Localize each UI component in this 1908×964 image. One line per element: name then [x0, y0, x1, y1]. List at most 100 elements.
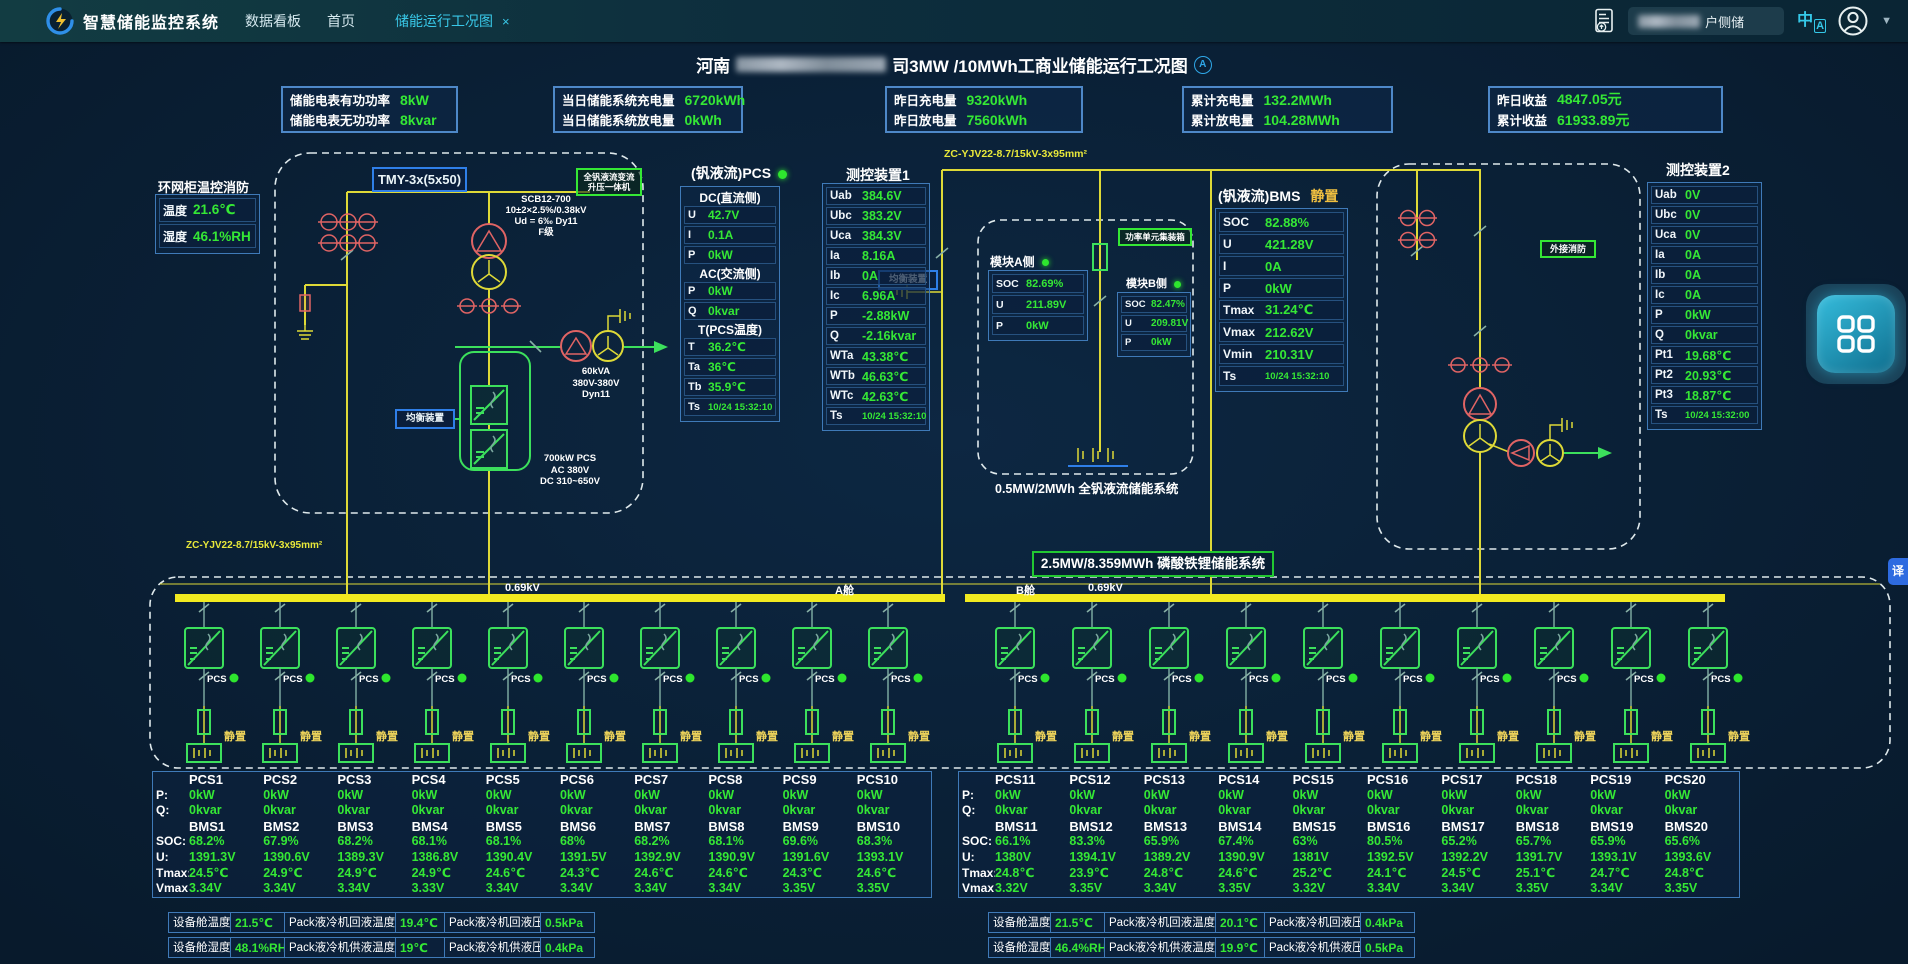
status-dot — [534, 674, 543, 683]
apps-grid-button[interactable] — [1817, 295, 1895, 373]
pcs-unit[interactable]: PCS静置 — [1458, 602, 1519, 762]
right-feeder-circuit — [1398, 170, 1612, 594]
unit-value: 1389.2V — [1144, 850, 1218, 866]
bms-panel: SOC82.88%U421.28VI0AP0kWTmax31.24℃Vmax21… — [1215, 208, 1348, 392]
battery-icon — [1537, 744, 1571, 762]
status-dot — [914, 674, 923, 683]
section-header: DC(直流侧) — [684, 190, 776, 206]
pcs-unit[interactable]: PCS静置 — [1073, 602, 1134, 762]
unit-value: 3.34V — [708, 881, 782, 897]
table-unit-column: PCS140kW0kvarBMS1467.4%1390.9V24.6℃3.35V — [1218, 772, 1292, 897]
label-line: 全钒液流变流 — [578, 172, 640, 182]
field-label: Uca — [830, 230, 862, 242]
field-label: Uab — [1655, 189, 1685, 201]
unit-name: BMS12 — [1069, 819, 1143, 835]
field-row: Q0kvar — [684, 302, 776, 320]
status-dot — [1041, 674, 1050, 683]
field-label: Uca — [1655, 229, 1685, 241]
unit-value: 0kW — [1293, 788, 1367, 804]
field-value: 10/24 15:32:10 — [708, 402, 772, 413]
pcs-unit[interactable]: PCS静置 — [1227, 602, 1288, 762]
pcs-unit[interactable]: PCS静置 — [413, 602, 474, 762]
field-value: 210.31V — [1265, 347, 1313, 362]
table-unit-column: PCS180kW0kvarBMS1865.7%1391.7V25.1℃3.35V — [1516, 772, 1590, 897]
cooling-row: 设备舱温度21.5℃Pack液冷机回液温度20.1℃Pack液冷机回液压力0.4… — [988, 912, 1414, 933]
pcs-unit[interactable]: PCS静置 — [1304, 602, 1365, 762]
pcs-unit-label: PCS — [1480, 674, 1500, 685]
status-dot — [1042, 259, 1049, 266]
unit-value: 3.35V — [1218, 881, 1292, 897]
unit-value: 65.9% — [1590, 834, 1664, 850]
cooling-value: 0.4kPa — [540, 937, 595, 958]
pcs-unit[interactable]: PCS静置 — [641, 602, 702, 762]
pcs-unit[interactable]: PCS静置 — [793, 602, 854, 762]
unit-name: PCS7 — [634, 772, 708, 788]
pcs-unit[interactable]: PCS静置 — [185, 602, 246, 762]
pcs-unit[interactable]: PCS静置 — [337, 602, 398, 762]
battery-icon — [187, 744, 221, 762]
idle-status-label: 静置 — [756, 729, 778, 743]
cooling-value: 0.5kPa — [540, 912, 595, 933]
field-value: 43.38℃ — [862, 349, 908, 364]
unit-value: 1381V — [1293, 850, 1367, 866]
field-value: 0V — [1685, 228, 1700, 242]
unit-name: BMS9 — [783, 819, 857, 835]
unit-value: 0kW — [783, 788, 857, 804]
row-label: U: — [153, 850, 189, 866]
field-value: 0kW — [1026, 320, 1049, 332]
row-label: Vmax: — [153, 881, 189, 897]
unit-name: PCS18 — [1516, 772, 1590, 788]
isolation-transformer-label: 60kVA 380V-380V Dyn11 — [558, 366, 634, 401]
pcs-unit[interactable]: PCS静置 — [565, 602, 626, 762]
field-row: U421.28V — [1219, 234, 1344, 254]
translate-button[interactable]: 译 — [1888, 558, 1908, 585]
cooling-label: 设备舱湿度 — [168, 937, 231, 958]
field-label: 温度 — [163, 202, 193, 219]
unit-value: 65.6% — [1665, 834, 1739, 850]
status-dot — [1426, 674, 1435, 683]
unit-value: 24.9℃ — [263, 866, 337, 882]
table-unit-column: PCS80kW0kvarBMS868.1%1390.9V24.6℃3.34V — [708, 772, 782, 897]
field-value: 8.16A — [862, 249, 895, 263]
unit-name: PCS3 — [337, 772, 411, 788]
idle-status-label: 静置 — [1728, 729, 1750, 743]
pcs-unit[interactable]: PCS静置 — [717, 602, 778, 762]
field-label: Ta — [688, 361, 708, 373]
field-value: 211.89V — [1026, 299, 1066, 311]
pcs-unit[interactable]: PCS静置 — [869, 602, 930, 762]
idle-status-label: 静置 — [1420, 729, 1442, 743]
unit-value: 0kvar — [412, 803, 486, 819]
table-unit-column: PCS120kW0kvarBMS1283.3%1394.1V23.9℃3.35V — [1069, 772, 1143, 897]
idle-status-label: 静置 — [908, 729, 930, 743]
field-row: Vmax212.62V — [1219, 322, 1344, 342]
field-value: 20.93℃ — [1685, 368, 1731, 383]
vanadium-system-label: 0.5MW/2MWh 全钒液流储能系统 — [995, 478, 1178, 497]
bms-panel-title: (钒液流)BMS静置 — [1218, 186, 1338, 206]
unit-name: BMS16 — [1367, 819, 1441, 835]
pcs-unit[interactable]: PCS静置 — [1535, 602, 1596, 762]
field-value: 42.63℃ — [862, 389, 908, 404]
field-label: P — [1125, 337, 1151, 348]
pcs-unit[interactable]: PCS静置 — [1381, 602, 1442, 762]
pcs-unit[interactable]: PCS静置 — [489, 602, 550, 762]
field-row: Q0kvar — [1651, 326, 1758, 344]
pcs-unit[interactable]: PCS静置 — [261, 602, 322, 762]
module-a-title: 模块A侧 — [990, 253, 1049, 270]
external-fire-label: 外接消防 — [1540, 240, 1596, 258]
cooling-value: 21.5℃ — [1050, 912, 1105, 933]
pcs-unit[interactable]: PCS静置 — [996, 602, 1057, 762]
field-label: Ubc — [830, 210, 862, 222]
field-value: 36℃ — [708, 360, 736, 374]
unit-value: 24.6℃ — [1218, 866, 1292, 882]
row-label — [959, 819, 995, 835]
busbar-a — [175, 594, 945, 602]
pcs-unit[interactable]: PCS静置 — [1612, 602, 1673, 762]
pcs-unit-label: PCS — [435, 674, 455, 685]
field-row: Ib0A — [1651, 266, 1758, 284]
pcs-unit[interactable]: PCS静置 — [1689, 602, 1750, 762]
pcs-unit[interactable]: PCS静置 — [1150, 602, 1211, 762]
unit-name: BMS1 — [189, 819, 263, 835]
unit-value: 0kW — [412, 788, 486, 804]
field-label: Ic — [1655, 289, 1685, 301]
field-label: Ia — [830, 250, 862, 262]
